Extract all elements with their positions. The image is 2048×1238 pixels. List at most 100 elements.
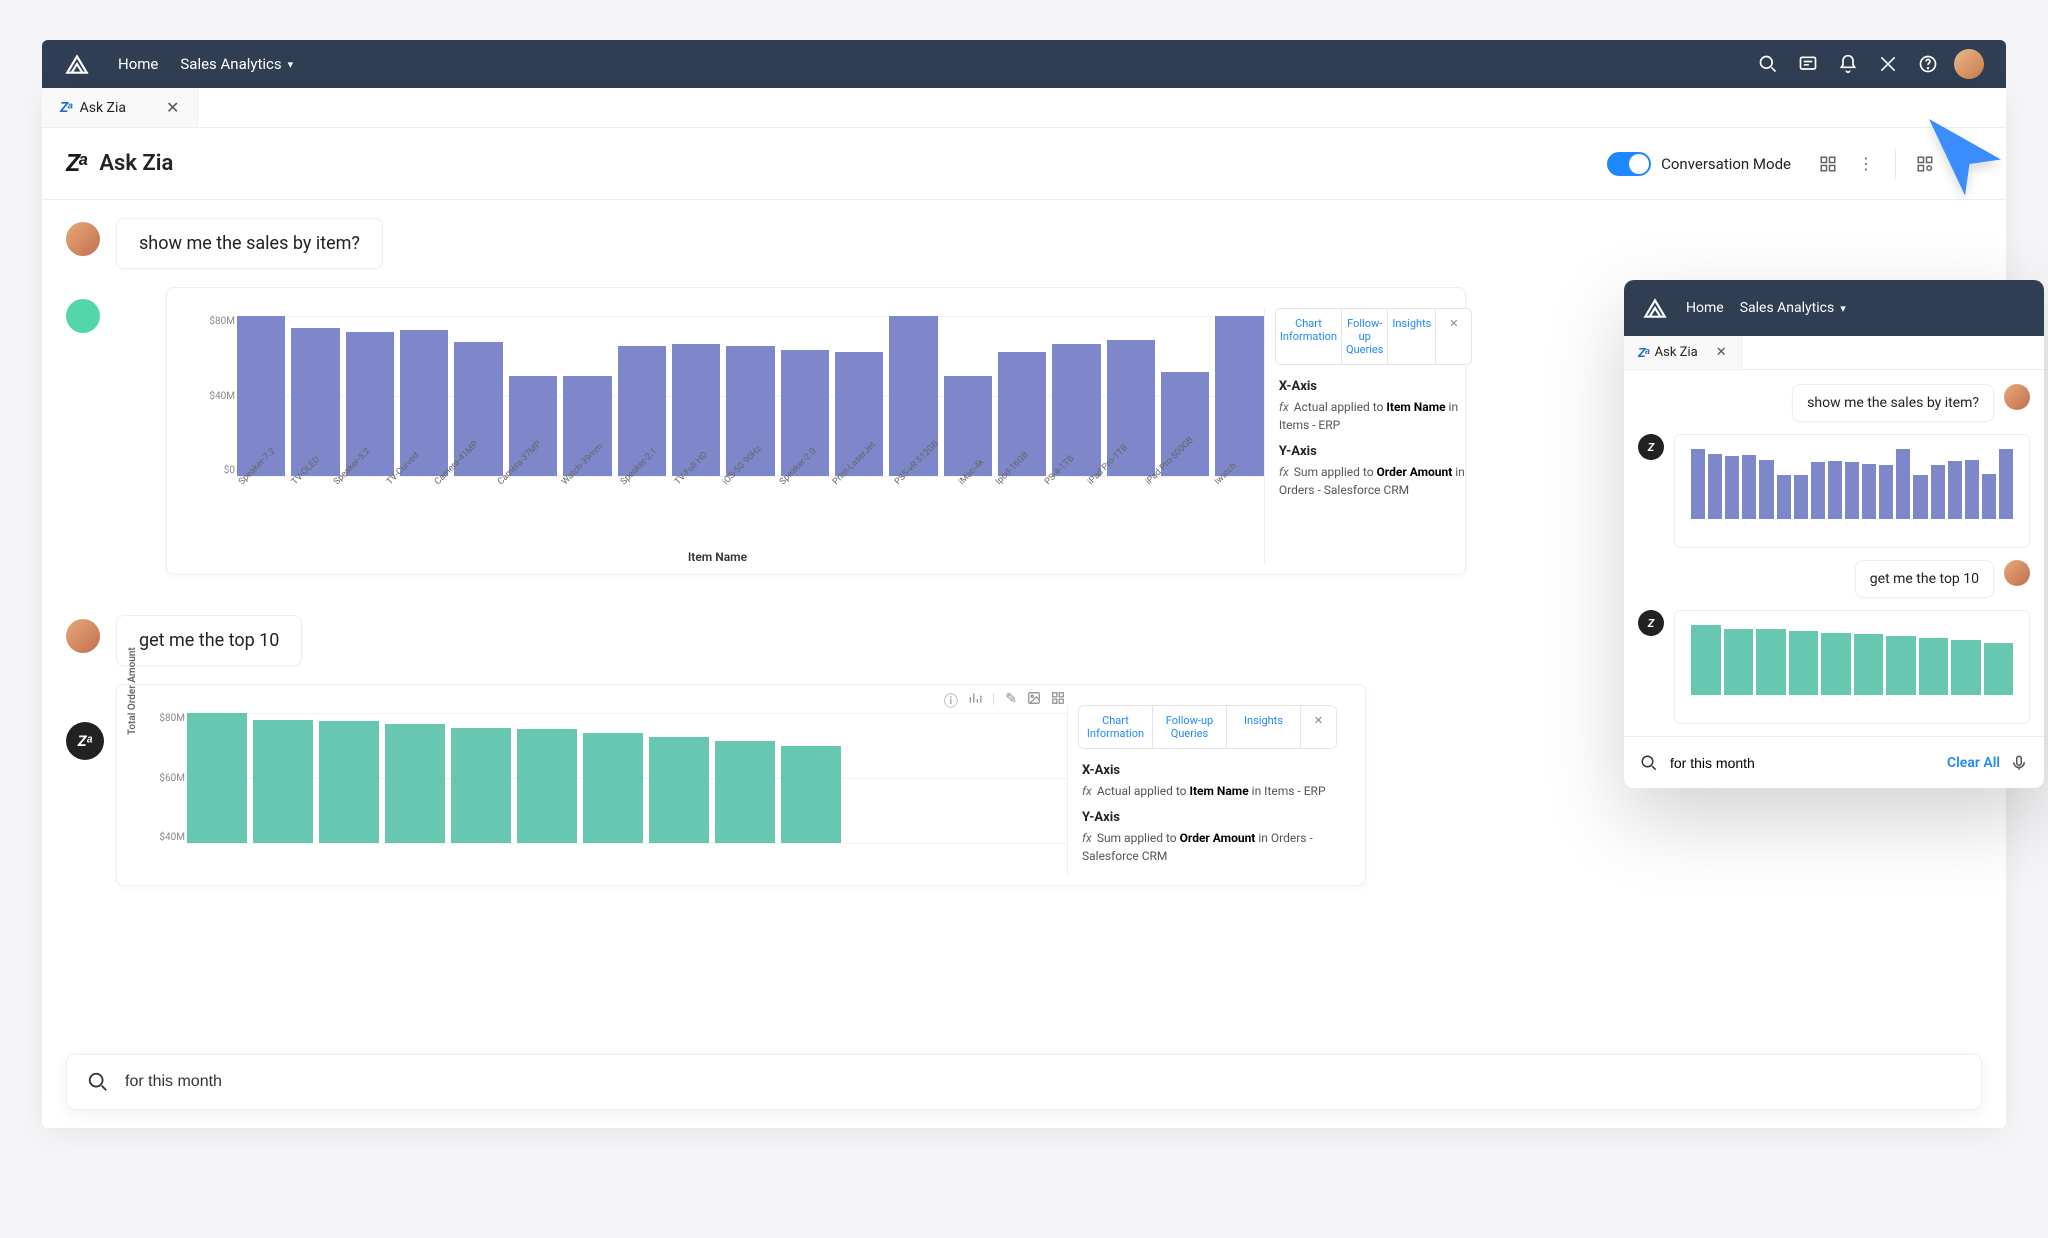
chevron-down-icon: ▾ [1840, 302, 1846, 315]
user-avatar [2004, 560, 2030, 586]
top-nav: Home Sales Analytics ▾ [42, 40, 2006, 88]
composer-input[interactable] [125, 1073, 1961, 1091]
chart-area: Total Order Amount $80M $60M $40M [145, 705, 1067, 875]
search-icon [1640, 754, 1658, 772]
cursor-pointer-icon [1920, 110, 2010, 200]
y-tick: $40M [145, 832, 185, 843]
close-tab-icon[interactable]: ✕ [166, 98, 179, 117]
mini-user-message: get me the top 10 [1638, 560, 2030, 598]
mini-composer: Clear All [1624, 736, 2044, 788]
mini-bubble: show me the sales by item? [1792, 384, 1994, 422]
y-axis-ticks: $80M $40M $0 [195, 316, 235, 476]
mini-zia-message: Z ·········· [1638, 610, 2030, 724]
user-avatar [66, 222, 100, 256]
close-panel-icon[interactable]: ✕ [1300, 706, 1336, 748]
search-icon[interactable] [1754, 50, 1782, 78]
fx-icon: fx [1082, 831, 1092, 845]
tab-label: Ask Zia [80, 100, 126, 116]
y-tick: $0 [195, 465, 235, 476]
tab-followup-queries[interactable]: Follow-up Queries [1341, 309, 1387, 364]
chevron-down-icon: ▾ [288, 58, 294, 71]
mini-chart-card: ··················· [1674, 434, 2030, 548]
tab-row: Zᵃ Ask Zia ✕ [42, 88, 2006, 128]
tab-insights[interactable]: Insights [1387, 309, 1435, 364]
mini-chart-card: ·········· [1674, 610, 2030, 724]
tab-ask-zia[interactable]: Zᵃ Ask Zia ✕ [42, 88, 198, 127]
mini-zia-message: Z ··················· [1638, 434, 2030, 548]
mini-tab-ask-zia[interactable]: Zᵃ Ask Zia ✕ [1624, 336, 1742, 369]
more-menu-icon[interactable]: ⋮ [1855, 153, 1877, 175]
mini-tab-label: Ask Zia [1655, 345, 1698, 360]
y-axis-ticks: $80M $60M $40M [145, 713, 185, 843]
user-message-bubble: get me the top 10 [116, 615, 302, 666]
zia-avatar [66, 299, 100, 333]
fx-icon: fx [1082, 784, 1092, 798]
mini-nav-home[interactable]: Home [1686, 300, 1724, 316]
y-tick: $40M [195, 391, 235, 402]
zia-logo-icon: Zᵃ [60, 99, 72, 116]
mini-user-message: show me the sales by item? [1638, 384, 2030, 422]
bell-icon[interactable] [1834, 50, 1862, 78]
tab-chart-information[interactable]: Chart Information [1276, 309, 1341, 364]
user-avatar [66, 619, 100, 653]
axis-header: Y-Axis [1082, 810, 1333, 825]
page-title: Ask Zia [99, 151, 173, 176]
zia-floating-button[interactable]: Zᵃ [66, 722, 104, 760]
chart-area: $80M $40M $0 Speaker-7.2TV-OLEDSpeaker-5… [195, 308, 1264, 564]
zia-logo-icon: Zᵃ [1638, 345, 1649, 361]
chart-side-panel: Chart Information Follow-up Queries Insi… [1264, 308, 1482, 564]
x-axis-info: X-Axis fx Actual applied to Item Name in… [1068, 763, 1347, 810]
zia-logo-icon: Zᵃ [66, 149, 85, 178]
side-panel-tabs: Chart Information Follow-up Queries Insi… [1275, 308, 1472, 365]
x-axis-labels: Speaker-7.2TV-OLEDSpeaker-5.2TV-CurvedCa… [237, 480, 1240, 540]
y-tick: $80M [195, 316, 235, 327]
nav-sales-analytics[interactable]: Sales Analytics ▾ [180, 55, 293, 73]
axis-header: Y-Axis [1279, 444, 1468, 459]
chart-card: $80M $40M $0 Speaker-7.2TV-OLEDSpeaker-5… [166, 287, 1466, 575]
mini-nav-sales[interactable]: Sales Analytics ▾ [1740, 300, 1846, 316]
y-tick: $80M [145, 713, 185, 724]
tab-insights[interactable]: Insights [1226, 706, 1300, 748]
close-tab-icon[interactable]: ✕ [1716, 345, 1727, 360]
x-axis-info: X-Axis fx Actual applied to Item Name in… [1265, 379, 1482, 444]
conversation-mode-label: Conversation Mode [1661, 155, 1791, 173]
mini-composer-input[interactable] [1670, 755, 1947, 771]
page-header: Zᵃ Ask Zia Conversation Mode ⋮ ⋮ [42, 128, 2006, 200]
fx-icon: fx [1279, 465, 1289, 479]
chart-side-panel: Chart Information Follow-up Queries Insi… [1067, 705, 1347, 875]
tab-chart-information[interactable]: Chart Information [1079, 706, 1152, 748]
clear-all-button[interactable]: Clear All [1947, 755, 2000, 771]
mini-bubble: get me the top 10 [1855, 560, 1994, 598]
side-panel-tabs: Chart Information Follow-up Queries Insi… [1078, 705, 1337, 749]
message-composer [66, 1054, 1982, 1110]
mini-nav-sales-label: Sales Analytics [1740, 300, 1835, 316]
conversation-mode-toggle[interactable] [1607, 152, 1651, 176]
axis-header: X-Axis [1082, 763, 1333, 778]
mobile-preview-window: Home Sales Analytics ▾ Zᵃ Ask Zia ✕ show… [1624, 280, 2044, 788]
close-panel-icon[interactable]: ✕ [1435, 309, 1471, 364]
grid-layout-icon[interactable] [1817, 153, 1839, 175]
y-axis-info: Y-Axis fx Sum applied to Order Amount in… [1265, 444, 1482, 509]
y-axis-title: Total Order Amount [127, 647, 138, 735]
mini-chat-area: show me the sales by item? Z ···········… [1624, 370, 2044, 724]
zia-avatar: Z [1638, 434, 1664, 460]
nav-sales-label: Sales Analytics [180, 55, 281, 73]
user-avatar [2004, 384, 2030, 410]
axis-header: X-Axis [1279, 379, 1468, 394]
chart-bars [187, 713, 1067, 843]
mini-tab-row: Zᵃ Ask Zia ✕ [1624, 336, 2044, 370]
tab-followup-queries[interactable]: Follow-up Queries [1152, 706, 1226, 748]
tools-icon[interactable] [1874, 50, 1902, 78]
microphone-icon[interactable] [2010, 754, 2028, 772]
separator [1895, 149, 1896, 179]
user-message-row: show me the sales by item? [66, 218, 1982, 269]
user-avatar[interactable] [1954, 49, 1984, 79]
help-icon[interactable] [1914, 50, 1942, 78]
y-axis-info: Y-Axis fx Sum applied to Order Amount in… [1068, 810, 1347, 875]
chart-card: ⓘ | ✎ Total Order Amount $80M $60M $ [116, 684, 1366, 886]
x-axis-title: Item Name [195, 550, 1240, 564]
chat-icon[interactable] [1794, 50, 1822, 78]
app-logo-icon [1642, 295, 1668, 321]
y-tick: $60M [145, 773, 185, 784]
nav-home[interactable]: Home [118, 55, 158, 73]
